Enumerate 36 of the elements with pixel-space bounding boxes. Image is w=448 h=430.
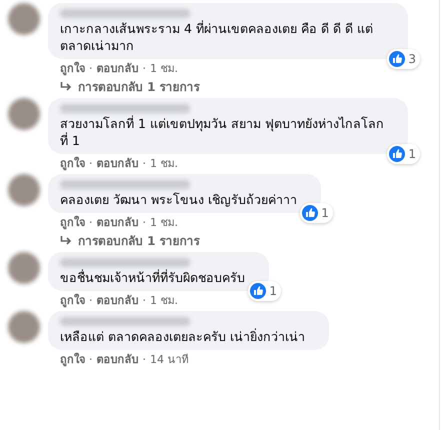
like-count: 1 — [387, 144, 420, 164]
separator-dot: · — [142, 156, 146, 171]
view-replies-link[interactable]: การตอบกลับ 1 รายการ — [60, 79, 408, 95]
comment-text: ขอชื่นชมเจ้าหน้าที่ที่รับผิดชอบครับ — [60, 269, 245, 286]
comment-time[interactable]: 1 ชม. — [150, 61, 178, 76]
like-count: 1 — [300, 203, 333, 223]
reply-link[interactable]: ตอบกลับ — [96, 61, 138, 76]
separator-dot: · — [142, 61, 146, 76]
comment-time[interactable]: 14 นาที — [150, 352, 188, 367]
comment-text: เหลือแต่ ตลาดคลองเตยละครับ เน่ายิ่งกว่าเน่า — [60, 328, 305, 345]
like-link[interactable]: ถูกใจ — [60, 293, 85, 308]
view-replies-link[interactable]: การตอบกลับ 1 รายการ — [60, 233, 321, 249]
separator-dot: · — [89, 293, 92, 308]
comment-time[interactable]: 1 ชม. — [150, 293, 178, 308]
comment-text: เกาะกลางเส้นพระราม 4 ที่ผ่านเขตคลองเตย คือ ดี ดี ดี แต่ตลาดเน่ามาก — [60, 20, 374, 54]
separator-dot: · — [89, 352, 92, 367]
separator-dot: · — [89, 61, 92, 76]
separator-dot: · — [142, 293, 146, 308]
reply-link[interactable]: ตอบกลับ — [96, 352, 138, 367]
comment-text: คลองเตย วัฒนา พระโขนง เชิญรับถ้วยค่าาา — [60, 191, 297, 208]
separator-dot: · — [89, 215, 92, 230]
like-link[interactable]: ถูกใจ — [60, 215, 85, 230]
like-count: 3 — [387, 49, 420, 69]
reply-link[interactable]: ตอบกลับ — [96, 156, 138, 171]
comment-time[interactable]: 1 ชม. — [150, 215, 178, 230]
separator-dot: · — [89, 156, 92, 171]
like-link[interactable]: ถูกใจ — [60, 156, 85, 171]
comment-time[interactable]: 1 ชม. — [150, 156, 178, 171]
like-link[interactable]: ถูกใจ — [60, 61, 85, 76]
comment-text: สวยงามโลกที่ 1 แต่เขตปทุมวัน สยาม ฟุตบาทยังห่างไกลโลกที่ 1 — [60, 115, 384, 149]
separator-dot: · — [142, 352, 146, 367]
reply-link[interactable]: ตอบกลับ — [96, 215, 138, 230]
like-link[interactable]: ถูกใจ — [60, 352, 85, 367]
like-count: 1 — [248, 281, 281, 301]
separator-dot: · — [142, 215, 146, 230]
reply-link[interactable]: ตอบกลับ — [96, 293, 138, 308]
